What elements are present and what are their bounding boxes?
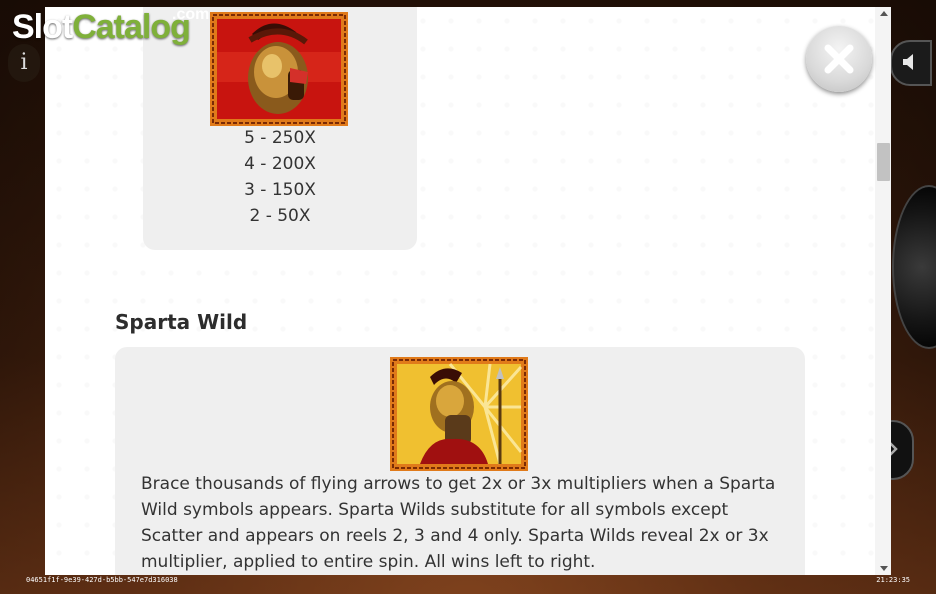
close-button[interactable] bbox=[806, 26, 872, 92]
speaker-icon bbox=[903, 54, 913, 70]
sound-button[interactable] bbox=[890, 40, 932, 86]
logo-slot-text: Slot bbox=[12, 8, 73, 46]
payout-list: 5 - 250X 4 - 200X 3 - 150X 2 - 50X bbox=[143, 125, 417, 229]
info-icon: i bbox=[20, 50, 28, 75]
sparta-wild-symbol bbox=[390, 357, 528, 471]
payout-3: 3 - 150X bbox=[244, 180, 316, 200]
clock-time: 21:23:35 bbox=[876, 576, 910, 584]
session-id: 04651f1f-9e39-427d-b5bb-547e7d316038 bbox=[26, 576, 178, 584]
paytable-panel: 5 - 250X 4 - 200X 3 - 150X 2 - 50X Spart… bbox=[45, 7, 891, 575]
scroll-up-arrow-icon[interactable] bbox=[880, 11, 888, 16]
slotcatalog-logo: SlotCatalog .com bbox=[12, 6, 209, 52]
scroll-down-arrow-icon[interactable] bbox=[880, 566, 888, 571]
payout-2: 2 - 50X bbox=[249, 206, 311, 226]
scrollbar-thumb[interactable] bbox=[877, 143, 890, 181]
sparta-wild-description: Brace thousands of flying arrows to get … bbox=[141, 474, 776, 572]
payout-5: 5 - 250X bbox=[244, 128, 316, 148]
sparta-wild-card: Brace thousands of flying arrows to get … bbox=[115, 347, 805, 575]
sparta-wild-heading: Sparta Wild bbox=[115, 310, 248, 334]
vertical-scrollbar[interactable] bbox=[875, 7, 891, 575]
red-helmet-symbol bbox=[210, 12, 348, 126]
logo-dotcom-text: .com bbox=[172, 6, 210, 23]
payout-4: 4 - 200X bbox=[244, 154, 316, 174]
close-icon bbox=[824, 44, 854, 74]
